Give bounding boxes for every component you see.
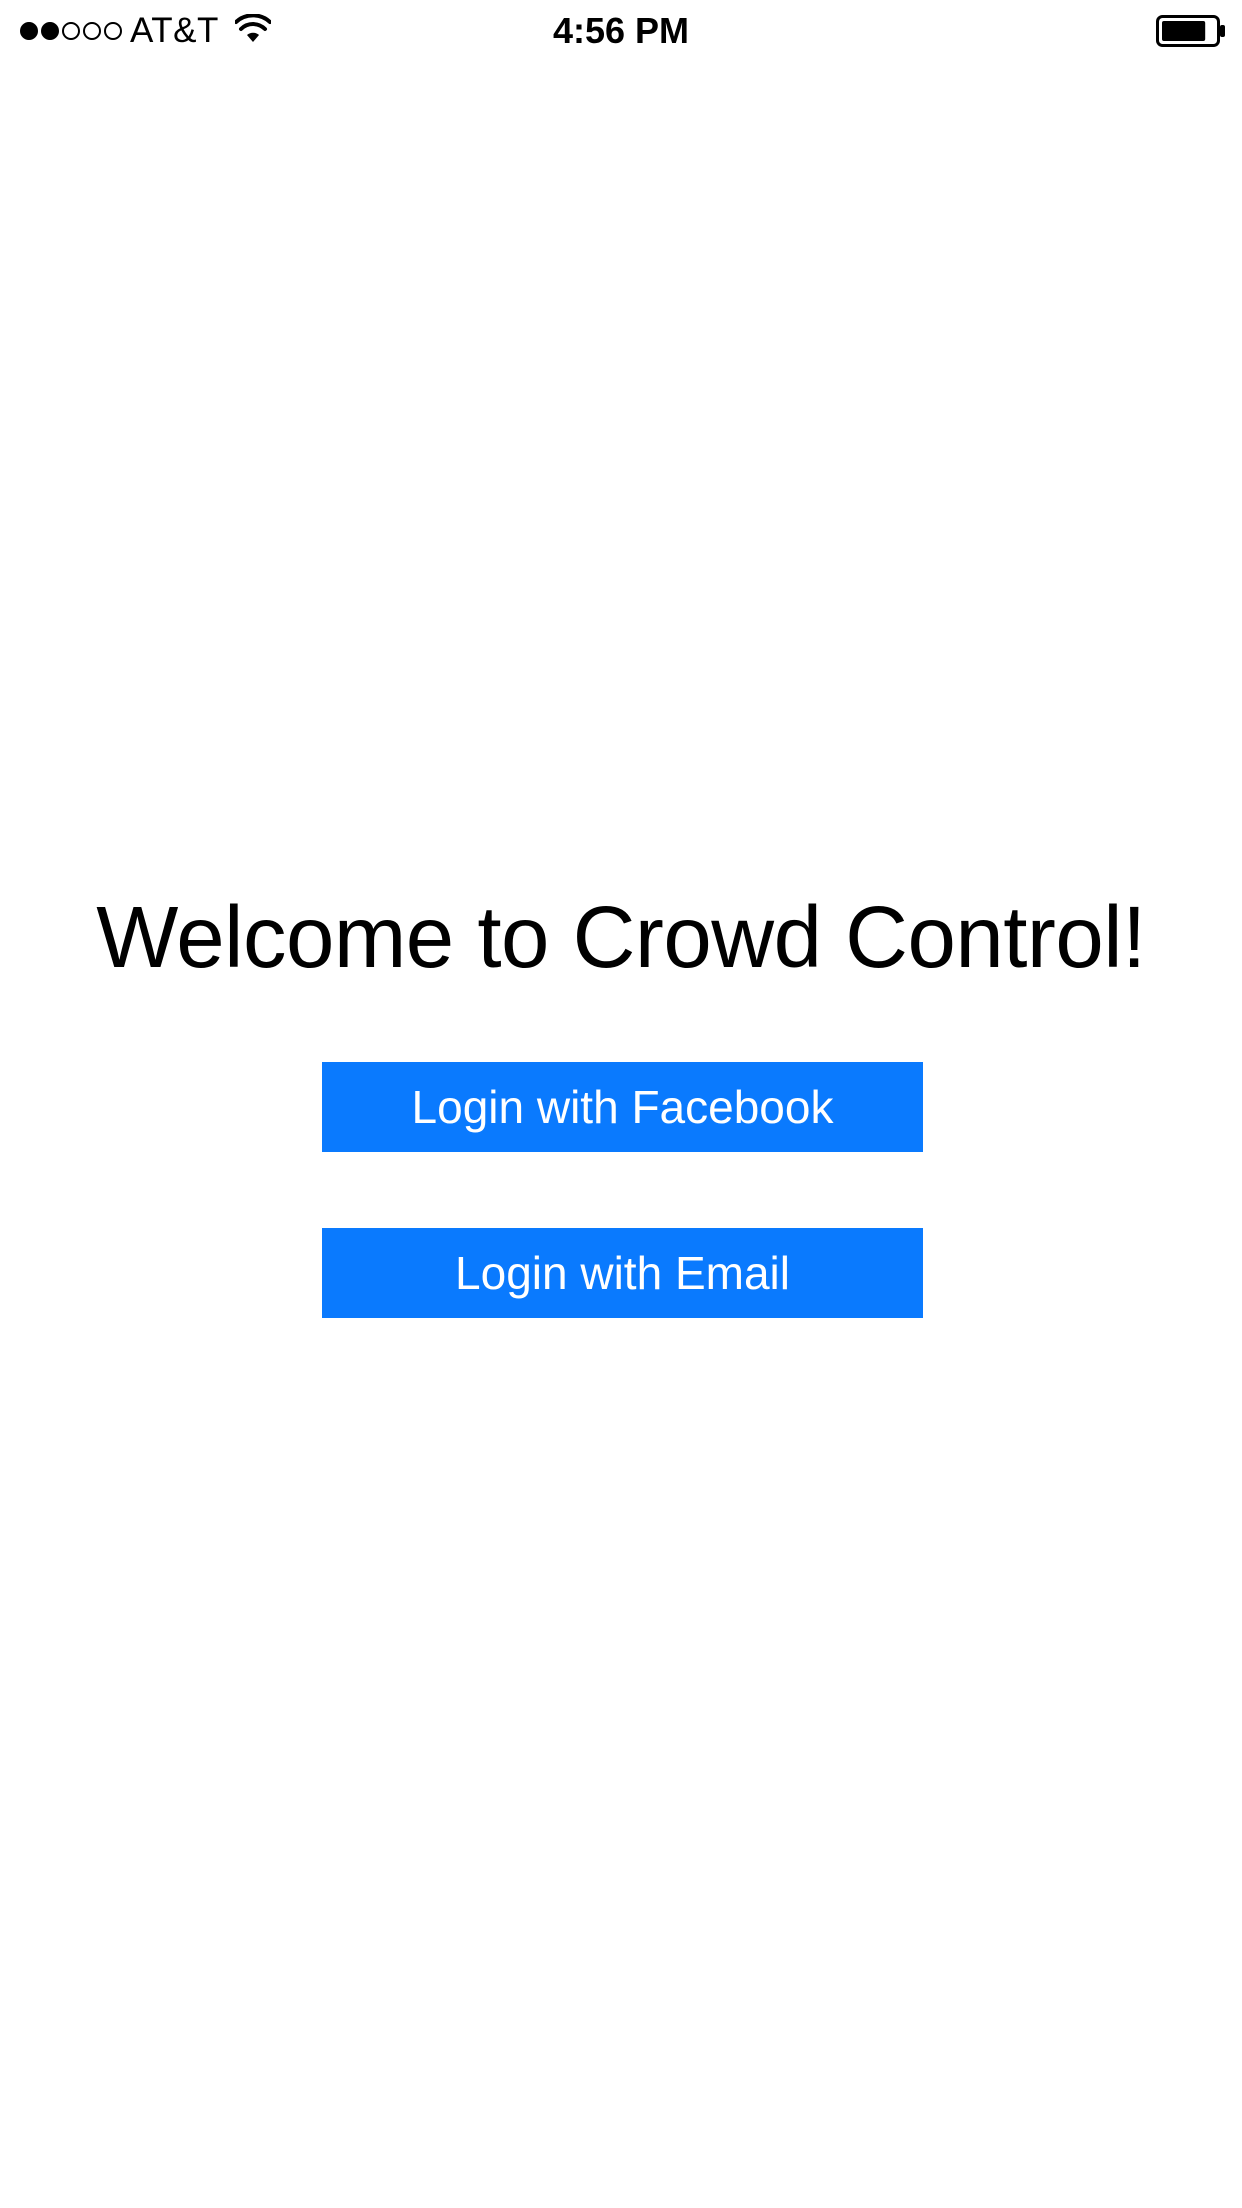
login-with-email-button[interactable]: Login with Email [322,1228,923,1318]
battery-fill [1162,21,1206,41]
login-with-facebook-button[interactable]: Login with Facebook [322,1062,923,1152]
welcome-title: Welcome to Crowd Control! [96,889,1146,987]
status-time: 4:56 PM [552,10,690,51]
status-bar: AT&T 4:56 PM [0,0,1242,62]
battery-icon [1156,15,1225,47]
